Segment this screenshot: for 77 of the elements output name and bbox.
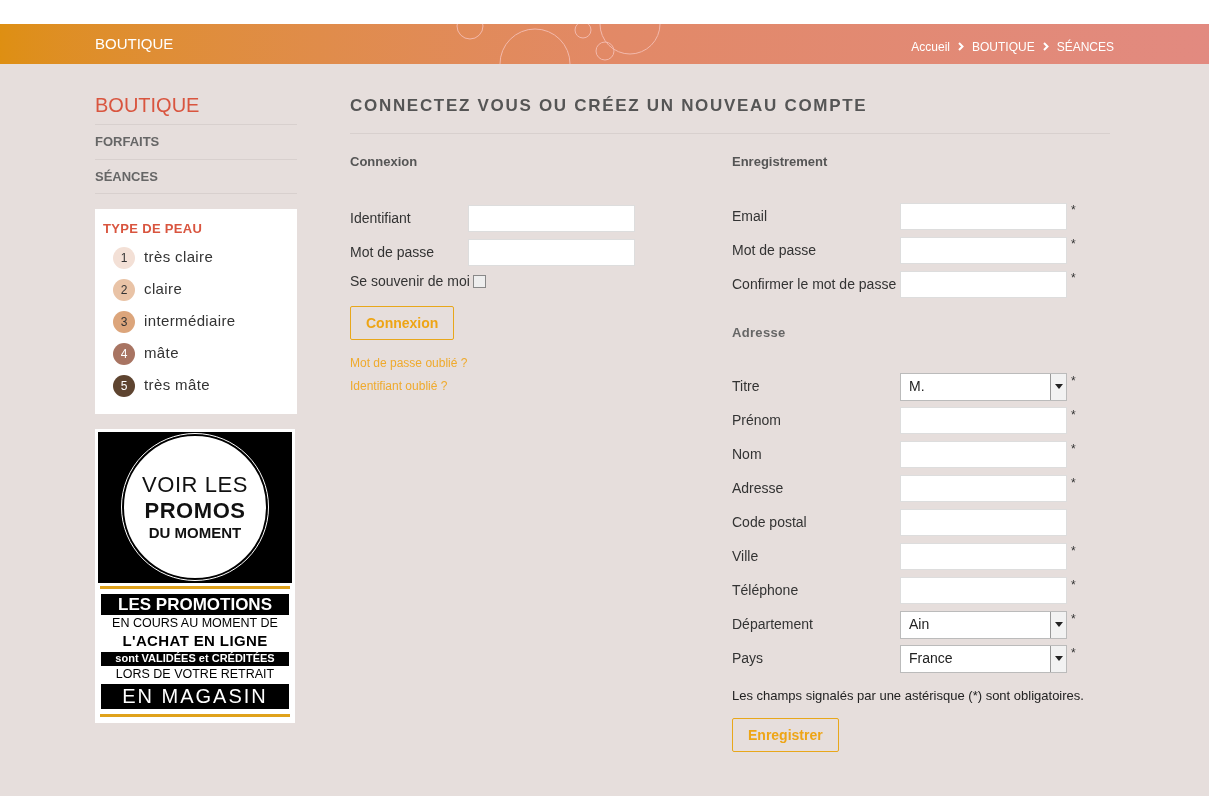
- checkbox[interactable]: [472, 275, 486, 288]
- select-field[interactable]: Ain: [900, 610, 1067, 639]
- promo-text: DU MOMENT: [148, 524, 242, 542]
- promo-text: L'ACHAT EN LIGNE: [121, 632, 269, 652]
- breadcrumb-link[interactable]: BOUTIQUE: [971, 37, 1035, 56]
- field-label: Email: [732, 206, 768, 226]
- required-mark: *: [1071, 644, 1076, 662]
- input-field[interactable]: [900, 441, 1067, 468]
- required-mark: *: [1071, 236, 1076, 253]
- field-label: Code postal: [732, 513, 808, 532]
- required-mark: *: [1071, 372, 1076, 390]
- caret-icon: [1050, 611, 1066, 638]
- promo-text: LES PROMOTIONS: [101, 593, 289, 615]
- required-mark: *: [1071, 576, 1076, 594]
- input-field[interactable]: [468, 204, 635, 232]
- input-field[interactable]: [900, 543, 1067, 570]
- section-title: Connexion: [350, 152, 419, 171]
- caret-icon: [1050, 645, 1066, 672]
- promo-text: PROMOS: [144, 498, 246, 524]
- field-label: Ville: [732, 547, 760, 566]
- required-mark: *: [1071, 440, 1076, 458]
- chevron-icon: [1042, 42, 1049, 51]
- field-label: Titre: [732, 377, 761, 396]
- section-title: Enregistrement: [732, 152, 829, 171]
- input-field[interactable]: [900, 509, 1067, 536]
- field-label: Identifiant: [350, 208, 412, 228]
- checkbox-label: Se souvenir de moi: [350, 272, 470, 291]
- breadcrumb-link[interactable]: Accueil: [911, 37, 950, 56]
- input-field[interactable]: [900, 475, 1067, 502]
- promo-text: VOIR LES: [142, 472, 248, 498]
- login-button[interactable]: Connexion: [350, 306, 455, 340]
- caret-icon: [1050, 373, 1066, 400]
- field-label: Mot de passe: [350, 242, 436, 262]
- skin-type-label: très mâte: [144, 375, 210, 396]
- select-field[interactable]: M.: [900, 372, 1067, 401]
- input-field[interactable]: [900, 407, 1067, 434]
- breadcrumb-link[interactable]: SÉANCES: [1056, 37, 1114, 56]
- field-label: Pays: [732, 649, 765, 668]
- field-label: Confirmer le mot de passe: [732, 274, 898, 294]
- select-field[interactable]: France: [900, 644, 1067, 673]
- required-mark: *: [1071, 270, 1076, 287]
- required-mark: *: [1071, 406, 1076, 424]
- required-mark: *: [1071, 474, 1076, 492]
- field-label: Prénom: [732, 411, 783, 430]
- skin-type-label: mâte: [144, 343, 179, 364]
- section-title: Adresse: [732, 324, 787, 342]
- required-note: Les champs signalés par une astérisque (*) sont obligatoires.: [732, 686, 1084, 705]
- sidebar-item[interactable]: SÉANCES: [95, 159, 297, 194]
- promo-text: LORS DE VOTRE RETRAIT: [114, 666, 276, 683]
- band-title: BOUTIQUE: [95, 33, 174, 54]
- field-label: Adresse: [732, 479, 785, 498]
- field-label: Nom: [732, 445, 763, 464]
- sidebar-item[interactable]: FORFAITS: [95, 125, 297, 160]
- input-field[interactable]: [900, 236, 1067, 264]
- required-mark: *: [1071, 542, 1076, 560]
- register-button[interactable]: Enregistrer: [732, 718, 839, 752]
- skin-type-label: très claire: [144, 247, 214, 268]
- field-label: Mot de passe: [732, 240, 818, 260]
- required-mark: *: [1071, 610, 1076, 628]
- card-title: TYPE DE PEAU: [103, 220, 204, 238]
- skin-type-label: claire: [144, 279, 183, 300]
- input-field[interactable]: [900, 202, 1067, 230]
- page-title: CONNECTEZ VOUS OU CRÉEZ UN NOUVEAU COMPTE: [350, 90, 1110, 134]
- field-label: Téléphone: [732, 581, 800, 600]
- forgot-link[interactable]: Mot de passe oublié ?: [350, 354, 732, 372]
- chevron-icon: [957, 42, 964, 51]
- promo-text: EN COURS AU MOMENT DE: [111, 615, 279, 632]
- promo-text: EN MAGASIN: [101, 683, 289, 709]
- skin-type-label: intermédiaire: [144, 311, 236, 332]
- required-mark: *: [1071, 202, 1076, 219]
- forgot-link[interactable]: Identifiant oublié ?: [350, 377, 732, 395]
- input-field[interactable]: [900, 577, 1067, 604]
- input-field[interactable]: [900, 270, 1067, 298]
- input-field[interactable]: [468, 238, 635, 266]
- promo-text: sont VALIDÉES et CRÉDITÉES: [101, 652, 289, 666]
- field-label: Département: [732, 615, 814, 634]
- sidebar-title: BOUTIQUE: [95, 90, 297, 125]
